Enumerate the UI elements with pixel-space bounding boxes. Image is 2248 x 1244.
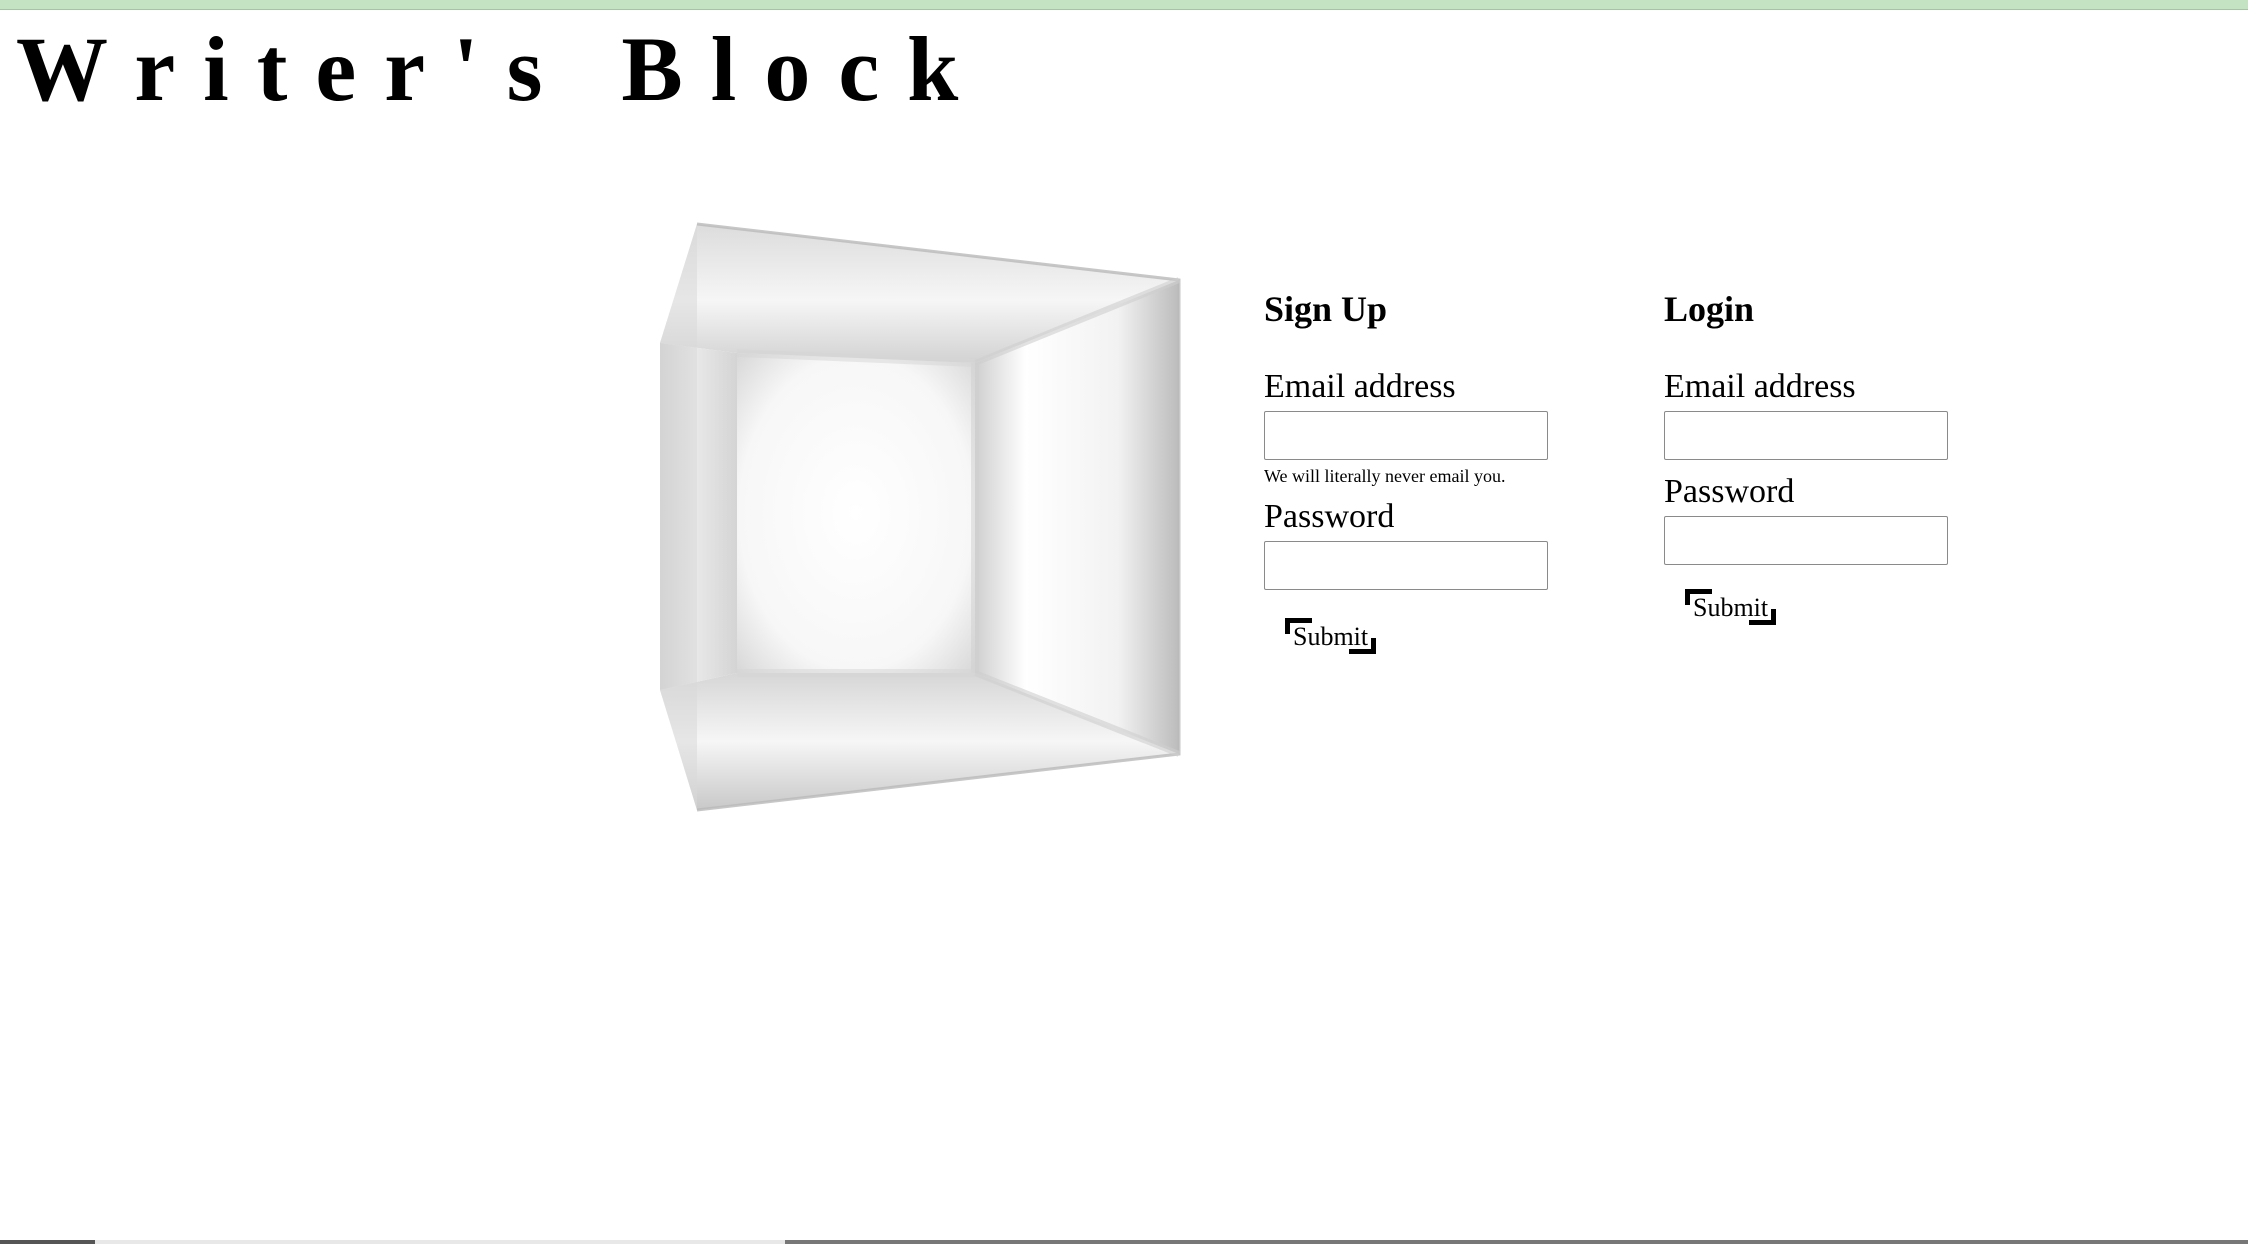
- login-heading: Login: [1664, 289, 1755, 329]
- site-title: Writer's Block: [16, 18, 987, 120]
- login-password-label: Password: [1664, 473, 1795, 510]
- cube-room-icon: [655, 218, 1185, 818]
- bracket-corner-icon: [1685, 589, 1712, 605]
- bottom-scrollbar[interactable]: [0, 1240, 2248, 1244]
- top-accent-bar: [0, 0, 2248, 10]
- signup-form: Sign Up Email address We will literally …: [1264, 285, 1564, 654]
- cube-left-bevel: [660, 224, 697, 810]
- signup-password-input[interactable]: [1264, 541, 1548, 590]
- cube-back-face: [737, 353, 975, 673]
- login-password-input[interactable]: [1664, 516, 1948, 565]
- scrollbar-segment: [0, 1240, 95, 1244]
- login-form: Login Email address Password Submit: [1664, 285, 1964, 625]
- bracket-corner-icon: [1349, 638, 1377, 654]
- signup-email-help: We will literally never email you.: [1264, 466, 1506, 486]
- signup-submit-button[interactable]: Submit: [1285, 618, 1377, 654]
- bracket-corner-icon: [1285, 618, 1312, 634]
- login-submit-button[interactable]: Submit: [1685, 589, 1777, 625]
- signup-email-label: Email address: [1264, 368, 1456, 405]
- bracket-corner-icon: [1749, 609, 1777, 625]
- cube-svg: [660, 222, 1181, 812]
- signup-password-label: Password: [1264, 498, 1395, 535]
- scrollbar-segment: [785, 1240, 2248, 1244]
- signup-email-input[interactable]: [1264, 411, 1548, 460]
- signup-heading: Sign Up: [1264, 289, 1388, 329]
- login-email-label: Email address: [1664, 368, 1856, 405]
- login-email-input[interactable]: [1664, 411, 1948, 460]
